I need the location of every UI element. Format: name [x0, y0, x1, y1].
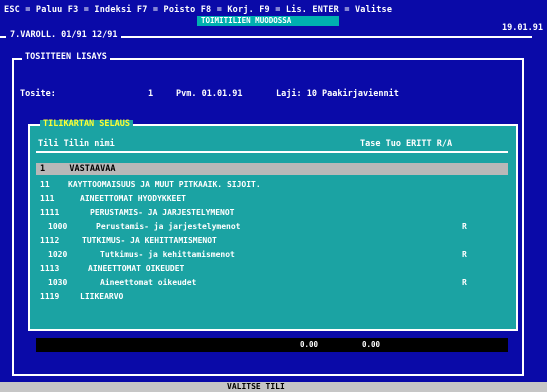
voucher-date[interactable]: Pvm. 01.01.91	[176, 90, 243, 99]
account-number: 1020	[48, 250, 68, 259]
account-name: PERUSTAMIS- JA JARJESTELYMENOT	[90, 208, 235, 217]
account-flag: R	[462, 278, 467, 287]
account-number: 1000	[48, 222, 68, 231]
table-row[interactable]: 1119 LIIKEARVO	[40, 293, 123, 301]
voucher-number[interactable]: 1	[148, 90, 153, 99]
account-name: TUTKIMUS- JA KEHITTAMISMENOT	[82, 236, 217, 245]
table-row[interactable]: 1112 TUTKIMUS- JA KEHITTAMISMENOT	[40, 237, 217, 245]
voucher-label: Tosite:	[20, 89, 56, 99]
account-number: 1119	[40, 292, 60, 301]
account-name: Tutkimus- ja kehittamismenot	[100, 250, 235, 259]
function-key-bar: ESC = Paluu F3 = Indeksi F7 = Poisto F8 …	[4, 5, 393, 15]
table-row[interactable]: 1111 PERUSTAMIS- JA JARJESTELYMENOT	[40, 209, 235, 217]
table-row[interactable]: 11 KAYTTOOMAISUUS JA MUUT PITKAAIK. SIJOI…	[40, 181, 261, 189]
table-row[interactable]: 1020 Tutkimus- ja kehittamismenot	[48, 251, 235, 259]
status-prompt: VALITSE TILI	[227, 382, 285, 391]
account-flag: R	[462, 250, 467, 259]
selected-account-number: 1	[40, 164, 46, 174]
mode-indicator: TOIMITILIEN MUODOSSA	[197, 16, 339, 26]
table-row[interactable]: 1030 Aineettomat oikeudet	[48, 279, 196, 287]
account-name: AINEETTOMAT OIKEUDET	[88, 264, 185, 273]
system-date: 19.01.91	[502, 23, 543, 33]
account-number: 1112	[40, 236, 60, 245]
account-name: Aineettomat oikeudet	[100, 278, 197, 287]
selected-account-name: VASTAAVAA	[69, 164, 116, 174]
totals-right-value: 0.00	[362, 340, 381, 349]
selected-account-row-text: 1 VASTAAVAA	[40, 165, 115, 174]
column-header-account: Tili Tilin nimi	[38, 139, 115, 149]
outer-window-title: 7.VAROLL. 01/91 12/91	[6, 31, 122, 40]
table-row[interactable]: 1113 AINEETTOMAT OIKEUDET	[40, 265, 184, 273]
voucher-kind[interactable]: Laji: 10 Paakirjaviennit	[276, 90, 399, 99]
account-flag: R	[462, 222, 467, 231]
account-number: 11	[40, 180, 50, 189]
voucher-window-title: TOSITTEEN LISAYS	[22, 53, 110, 62]
account-number: 111	[40, 194, 55, 203]
account-number: 1111	[40, 208, 60, 217]
account-number: 1030	[48, 278, 68, 287]
table-row[interactable]: 1000 Perustamis- ja jarjestelymenot	[48, 223, 241, 231]
account-name: LIIKEARVO	[80, 292, 124, 301]
account-name: AINEETTOMAT HYODYKKEET	[80, 194, 186, 203]
account-number: 1113	[40, 264, 60, 273]
account-name: KAYTTOOMAISUUS JA MUUT PITKAAIK. SIJOIT.	[68, 180, 261, 189]
header-divider	[36, 151, 508, 153]
column-header-flags: Tase Tuo ERITT R/A	[360, 139, 453, 149]
account-chart-title: TILIKARTAN SELAUS	[40, 120, 133, 129]
totals-strip	[36, 338, 508, 352]
totals-left-value: 0.00	[300, 340, 319, 349]
account-name: Perustamis- ja jarjestelymenot	[96, 222, 241, 231]
table-row[interactable]: 111 AINEETTOMAT HYODYKKEET	[40, 195, 186, 203]
